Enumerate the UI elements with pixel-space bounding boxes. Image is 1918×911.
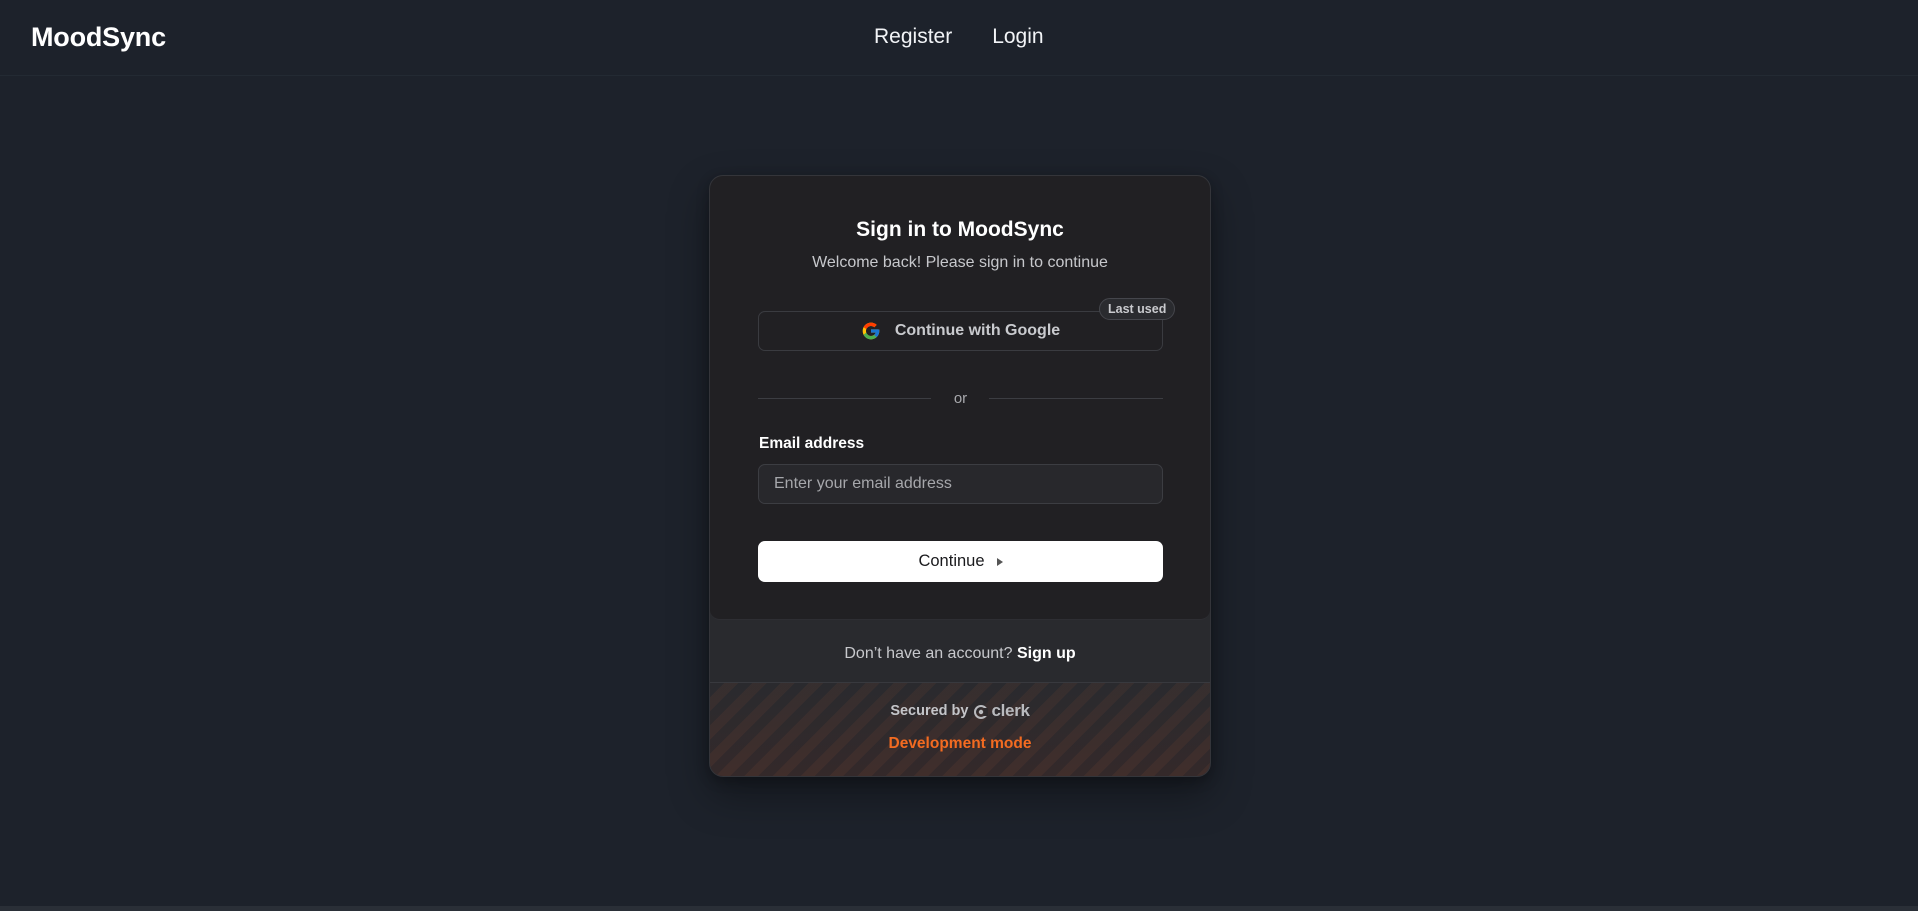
- signin-subtitle: Welcome back! Please sign in to continue: [812, 254, 1108, 271]
- clerk-icon: [974, 704, 989, 719]
- email-label: Email address: [759, 435, 865, 452]
- continue-button[interactable]: Continue: [758, 541, 1163, 582]
- email-field[interactable]: [758, 464, 1163, 504]
- google-button-label: Continue with Google: [894, 322, 1061, 339]
- secured-by-clerk: Secured by clerk: [710, 701, 1210, 721]
- signin-card: Sign in to MoodSync Welcome back! Please…: [709, 175, 1211, 777]
- clerk-logo[interactable]: clerk: [974, 701, 1030, 721]
- google-icon: [861, 321, 881, 341]
- nav-login-link[interactable]: Login: [992, 25, 1043, 49]
- sign-up-link[interactable]: Sign up: [1017, 645, 1076, 662]
- main-nav: Register Login: [874, 25, 1044, 49]
- top-navbar: MoodSync Register Login: [0, 0, 1918, 76]
- bottom-border: [0, 906, 1918, 911]
- development-mode-label: Development mode: [888, 735, 1032, 752]
- brand-logo[interactable]: MoodSync: [31, 22, 166, 53]
- continue-button-label: Continue: [918, 552, 985, 570]
- signin-card-body: Sign in to MoodSync Welcome back! Please…: [710, 176, 1210, 620]
- or-divider: or: [758, 390, 1163, 408]
- signin-title: Sign in to MoodSync: [856, 218, 1064, 241]
- play-arrow-icon: [996, 557, 1003, 566]
- signup-prompt: Don’t have an account? Sign up: [710, 645, 1210, 663]
- no-account-text: Don’t have an account?: [844, 645, 1013, 662]
- secured-by-text: Secured by: [890, 703, 969, 719]
- last-used-badge: Last used: [1099, 298, 1176, 320]
- divider-line-right: [989, 398, 1163, 399]
- card-footer: Secured by clerk Development mode: [710, 682, 1210, 776]
- nav-register-link[interactable]: Register: [874, 25, 952, 49]
- clerk-logo-text: clerk: [991, 701, 1030, 720]
